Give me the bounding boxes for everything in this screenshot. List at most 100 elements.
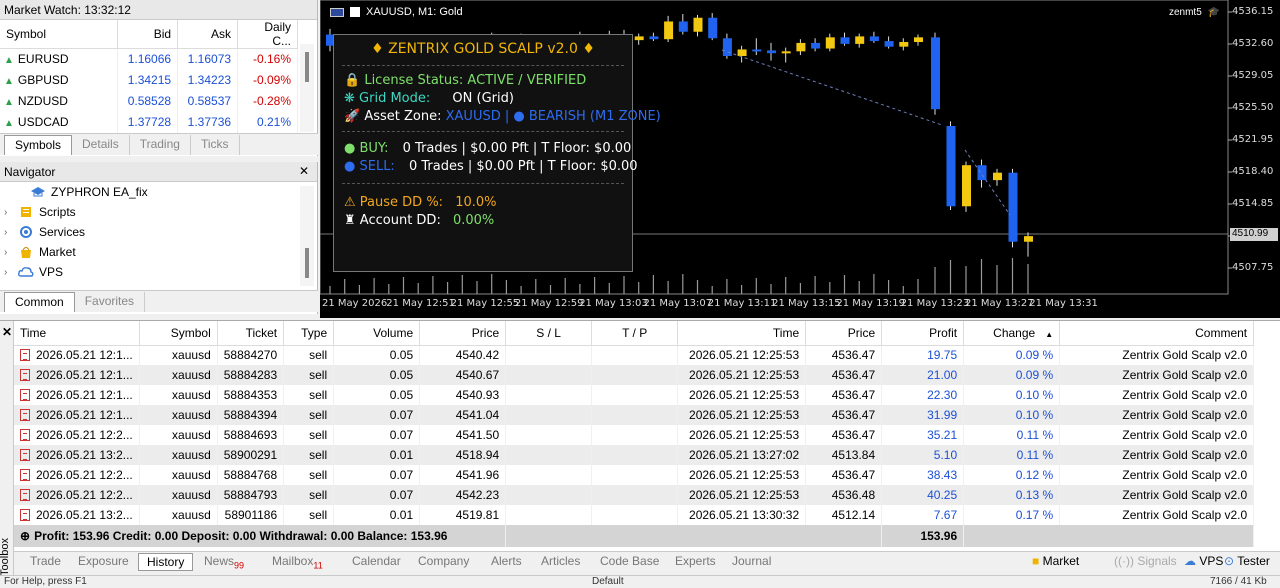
expand-icon[interactable]: ›	[4, 227, 14, 238]
close-price-cell: 4536.47	[805, 465, 883, 485]
column-header-ask[interactable]: Ask	[177, 20, 239, 49]
column-header[interactable]: Volume	[333, 321, 421, 346]
tab-journal[interactable]: Journal	[732, 554, 771, 568]
market-watch-row[interactable]: ▲ EURUSD 1.16066 1.16073 -0.16%	[0, 48, 298, 70]
column-header-symbol[interactable]: Symbol	[0, 20, 119, 49]
tp-cell	[591, 385, 679, 405]
column-header-bid[interactable]: Bid	[117, 20, 179, 49]
comment-cell: Zentrix Gold Scalp v2.0	[1059, 405, 1255, 425]
navigator-item-scripts[interactable]: › Scripts	[0, 202, 317, 222]
tab-favorites[interactable]: Favorites	[75, 292, 146, 312]
navigator-item-ea[interactable]: ZYPHRON EA_fix	[0, 182, 317, 202]
arrow-up-icon: ▲	[4, 97, 14, 108]
candle-body	[914, 37, 923, 42]
column-header[interactable]: Profit	[881, 321, 965, 346]
market-watch-row[interactable]: ▲ USDCAD 1.37728 1.37736 0.21%	[0, 111, 298, 133]
tab-experts[interactable]: Experts	[675, 554, 716, 568]
comment-cell: Zentrix Gold Scalp v2.0	[1059, 345, 1255, 365]
tab-exposure[interactable]: Exposure	[78, 554, 129, 568]
scripts-icon	[18, 205, 34, 219]
tab-mailbox[interactable]: Mailbox11	[272, 554, 323, 570]
tab-details[interactable]: Details	[72, 135, 130, 155]
bid-cell: 1.16066	[117, 48, 179, 70]
close-icon[interactable]: ✕	[299, 164, 309, 178]
tab-label: History	[147, 555, 185, 569]
column-header[interactable]: T / P	[591, 321, 679, 346]
close-time-cell: 2026.05.21 13:27:02	[677, 445, 807, 465]
column-header[interactable]: S / L	[505, 321, 593, 346]
license-row: 🔒 License Status: ACTIVE / VERIFIED	[344, 73, 586, 88]
navigator-item-label: ZYPHRON EA_fix	[51, 185, 148, 199]
navigator-scrollbar[interactable]	[300, 186, 314, 286]
table-row[interactable]: 2026.05.21 12:1... xauusd 58884353 sell 0.05…	[14, 385, 1255, 405]
tab-trading[interactable]: Trading	[130, 135, 191, 155]
divider	[342, 65, 624, 66]
vps-button[interactable]: ☁ VPS	[1184, 554, 1223, 568]
tab-code-base[interactable]: Code Base	[600, 554, 659, 568]
expand-icon[interactable]: ›	[4, 247, 14, 258]
navigator-item-vps[interactable]: › VPS	[0, 262, 317, 282]
table-row[interactable]: 2026.05.21 12:2... xauusd 58884793 sell 0.07…	[14, 485, 1255, 505]
column-header[interactable]: Type	[283, 321, 335, 346]
tab-symbols[interactable]: Symbols	[4, 135, 73, 155]
toolbox-label: Toolbox	[0, 538, 11, 576]
column-header[interactable]: Time	[14, 321, 140, 346]
tab-label: Trade	[30, 554, 61, 568]
signals-button[interactable]: ((·)) Signals	[1114, 554, 1177, 568]
column-header[interactable]: Symbol	[139, 321, 218, 346]
column-header[interactable]: Ticket	[217, 321, 285, 346]
tab-ticks[interactable]: Ticks	[191, 135, 240, 155]
close-price-cell: 4536.48	[805, 485, 883, 505]
symbol-name: NZDUSD	[17, 94, 68, 108]
table-row[interactable]: 2026.05.21 12:2... xauusd 58884693 sell 0.07…	[14, 425, 1255, 445]
comment-cell: Zentrix Gold Scalp v2.0	[1059, 505, 1255, 525]
tab-company[interactable]: Company	[418, 554, 469, 568]
candle-body	[752, 49, 762, 52]
column-header[interactable]: Change ▲	[963, 321, 1061, 346]
navigator-item-services[interactable]: › Services	[0, 222, 317, 242]
tester-button[interactable]: ⊙ Tester	[1224, 554, 1270, 568]
close-price-cell: 4513.84	[805, 445, 883, 465]
expand-icon[interactable]: ›	[4, 267, 14, 278]
tab-label: Mailbox	[272, 554, 314, 568]
ticket-cell: 58884353	[217, 385, 285, 405]
candle-body	[811, 42, 821, 49]
market-button[interactable]: ■ Market	[1032, 554, 1079, 568]
tab-news[interactable]: News99	[204, 554, 244, 570]
market-watch-scrollbar[interactable]	[300, 44, 314, 132]
sell-row: ● SELL: 0 Trades | $0.00 Pft | T Floor: …	[344, 159, 638, 174]
tab-calendar[interactable]: Calendar	[352, 554, 401, 568]
column-header[interactable]: Time	[677, 321, 807, 346]
navigator-item-market[interactable]: › Market	[0, 242, 317, 262]
tab-trade[interactable]: Trade	[30, 554, 61, 568]
tab-common[interactable]: Common	[4, 292, 75, 312]
tab-articles[interactable]: Articles	[541, 554, 580, 568]
close-time-cell: 2026.05.21 12:25:53	[677, 485, 807, 505]
y-tick-label: 4525.50	[1232, 102, 1274, 113]
table-row[interactable]: 2026.05.21 12:1... xauusd 58884283 sell 0.05…	[14, 365, 1255, 385]
ticket-cell: 58901186	[217, 505, 285, 525]
column-header[interactable]: Comment	[1059, 321, 1255, 346]
close-time-cell: 2026.05.21 12:25:53	[677, 425, 807, 445]
expand-icon[interactable]: ›	[4, 207, 14, 218]
candle-body	[678, 21, 688, 32]
column-header[interactable]: Price	[419, 321, 507, 346]
tab-alerts[interactable]: Alerts	[491, 554, 522, 568]
market-watch-row[interactable]: ▲ GBPUSD 1.34215 1.34223 -0.09%	[0, 69, 298, 91]
volume-cell: 0.07	[333, 405, 421, 425]
column-header[interactable]: Price	[805, 321, 883, 346]
tab-history[interactable]: History	[138, 553, 194, 571]
column-header-daily-change[interactable]: Daily C...	[237, 20, 298, 49]
table-row[interactable]: 2026.05.21 12:2... xauusd 58884768 sell 0.07…	[14, 465, 1255, 485]
table-row[interactable]: 2026.05.21 13:2... xauusd 58900291 sell 0.01…	[14, 445, 1255, 465]
table-row[interactable]: 2026.05.21 13:2... xauusd 58901186 sell 0.01…	[14, 505, 1255, 525]
table-row[interactable]: 2026.05.21 12:1... xauusd 58884270 sell 0.05…	[14, 345, 1255, 365]
daily-change-cell: -0.16%	[237, 48, 298, 70]
table-row[interactable]: 2026.05.21 12:1... xauusd 58884394 sell 0.07…	[14, 405, 1255, 425]
candle-body	[1024, 236, 1033, 242]
market-watch-row[interactable]: ▲ NZDUSD 0.58528 0.58537 -0.28%	[0, 90, 298, 112]
market-icon	[18, 245, 34, 259]
close-icon[interactable]: ✕	[2, 325, 12, 339]
status-traffic: 7166 / 41 Kb	[1210, 576, 1267, 587]
close-time-cell: 2026.05.21 12:25:53	[677, 365, 807, 385]
